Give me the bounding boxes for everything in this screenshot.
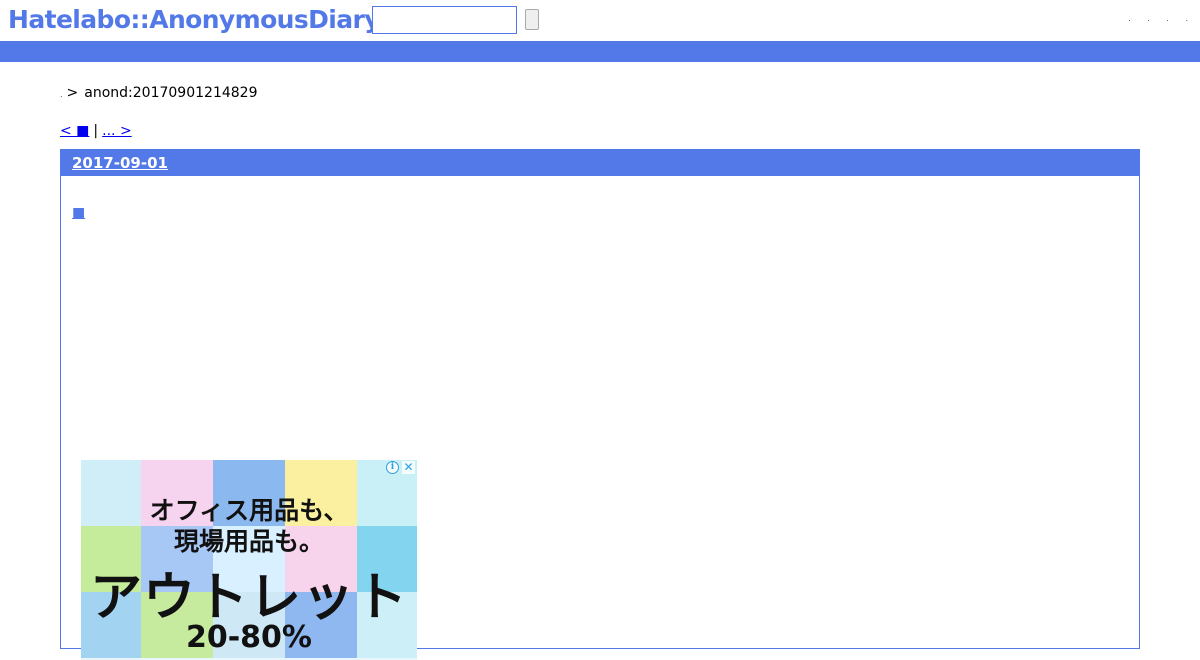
day-header: 2017-09-01 — [61, 150, 1139, 176]
breadcrumb-home-link[interactable]: . — [60, 90, 63, 99]
header-bar — [0, 41, 1200, 62]
breadcrumb-current: anond:20170901214829 — [84, 85, 258, 101]
entry-permalink[interactable]: ■ — [72, 205, 85, 221]
header-links: . . . . — [1114, 14, 1188, 23]
search-button[interactable] — [525, 9, 539, 30]
close-icon[interactable]: ✕ — [402, 461, 415, 474]
breadcrumb: . > anond:20170901214829 — [60, 84, 257, 104]
day-section: 2017-09-01 ■ オフィス用品も、 現場用品も。 アウトレット 20-8… — [60, 149, 1140, 660]
search-input[interactable] — [372, 6, 517, 34]
header-link-3[interactable]: . — [1166, 14, 1169, 23]
ad-headline-3: アウトレット — [89, 568, 408, 628]
header-link-1[interactable]: . — [1128, 14, 1131, 23]
header-link-4[interactable]: . — [1185, 14, 1188, 23]
advertisement[interactable]: オフィス用品も、 現場用品も。 アウトレット 20-80% i ✕ — [81, 460, 417, 660]
site-header: Hatelabo::AnonymousDiary . . . . — [0, 0, 1200, 40]
breadcrumb-separator: > — [66, 85, 79, 101]
next-entry-link[interactable]: ... > — [102, 123, 132, 139]
ad-headline-2: 現場用品も。 — [173, 527, 324, 556]
header-link-2[interactable]: . — [1147, 14, 1150, 23]
info-icon[interactable]: i — [386, 461, 399, 474]
pager: < ■ |... > — [60, 122, 132, 140]
ad-headline-4: 20-80% — [185, 620, 312, 655]
pager-divider: | — [93, 123, 99, 139]
site-logo[interactable]: Hatelabo::AnonymousDiary — [8, 3, 381, 37]
prev-entry-link[interactable]: < ■ — [60, 123, 89, 139]
day-date-link[interactable]: 2017-09-01 — [72, 154, 168, 172]
